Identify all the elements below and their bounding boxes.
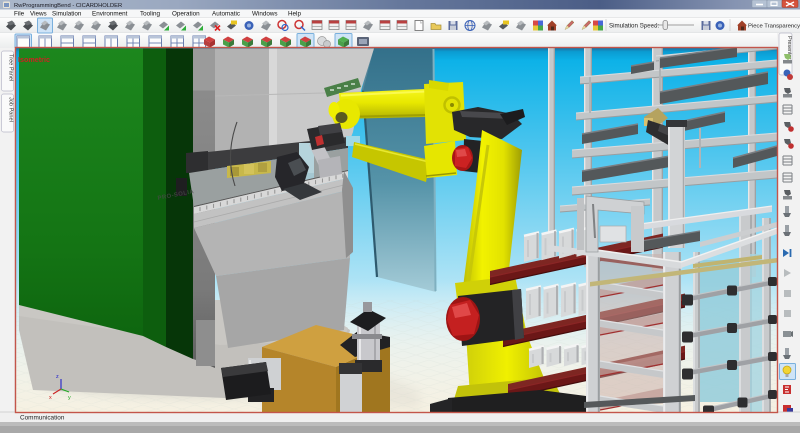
svg-text:RwProgrammingBend - CICARDHOLD: RwProgrammingBend - CICARDHOLDER xyxy=(14,3,122,9)
svg-text:Operation: Operation xyxy=(172,11,200,18)
svg-text:Environment: Environment xyxy=(92,11,128,18)
svg-text:x: x xyxy=(49,395,52,401)
svg-text:Job Panel: Job Panel xyxy=(8,97,14,122)
svg-text:Help: Help xyxy=(288,11,301,18)
svg-text:Tooling: Tooling xyxy=(140,11,160,18)
svg-text:Tree Panel: Tree Panel xyxy=(8,54,14,81)
svg-text:Views: Views xyxy=(30,11,47,18)
svg-text:Automatic: Automatic xyxy=(212,11,240,18)
svg-text:Simulation Speed:: Simulation Speed: xyxy=(609,23,660,30)
svg-text:y: y xyxy=(68,395,71,401)
svg-text:Communication: Communication xyxy=(20,415,65,422)
svg-text:File: File xyxy=(14,11,25,18)
svg-text:Simulation: Simulation xyxy=(52,11,82,18)
svg-text:Isometric: Isometric xyxy=(18,55,50,64)
svg-text:Windows: Windows xyxy=(252,11,278,18)
svg-text:Piece Transparency:: Piece Transparency: xyxy=(748,23,800,29)
svg-text:z: z xyxy=(56,374,59,380)
